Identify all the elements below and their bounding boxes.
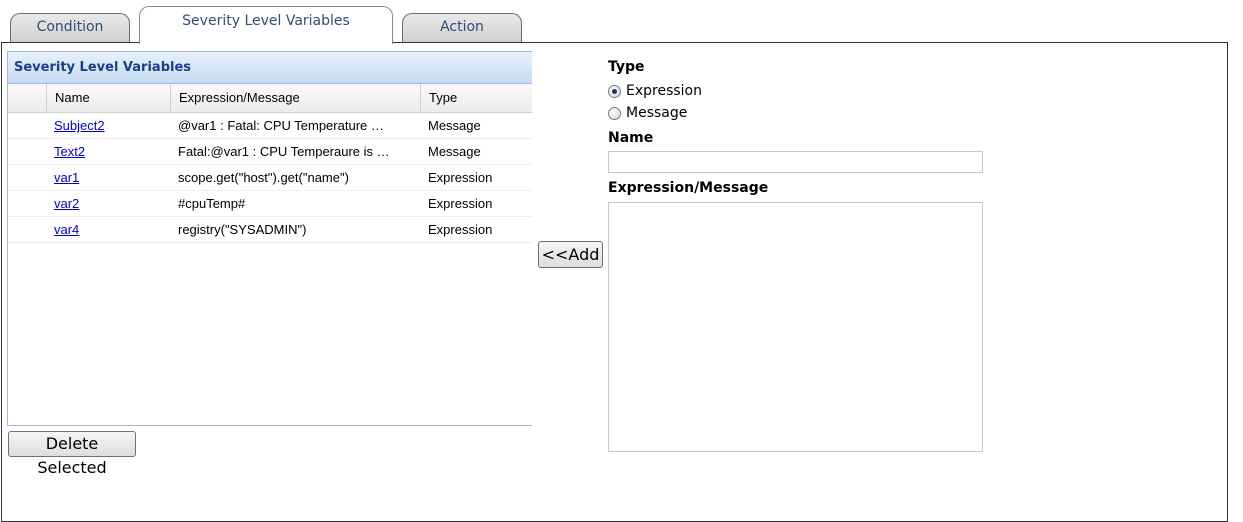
- type-cell: Expression: [428, 170, 493, 185]
- tab-condition[interactable]: Condition: [10, 13, 130, 43]
- tab-severity-level-variables[interactable]: Severity Level Variables: [139, 6, 393, 44]
- row-select-cell[interactable]: [8, 191, 46, 216]
- header-type[interactable]: Type: [420, 84, 532, 112]
- expression-cell: @var1 : Fatal: CPU Temperature …: [178, 118, 384, 133]
- type-cell: Message: [428, 118, 481, 133]
- table-row[interactable]: Subject2 @var1 : Fatal: CPU Temperature …: [8, 113, 532, 139]
- name-label: Name: [608, 130, 654, 146]
- row-select-cell[interactable]: [8, 165, 46, 190]
- table-row[interactable]: var1 scope.get("host").get("name") Expre…: [8, 165, 532, 191]
- type-cell: Message: [428, 144, 481, 159]
- variable-link[interactable]: var4: [54, 222, 79, 237]
- type-cell: Expression: [428, 222, 493, 237]
- name-input[interactable]: [608, 151, 983, 173]
- variable-link[interactable]: Subject2: [54, 118, 105, 133]
- radio-message[interactable]: Message: [608, 105, 687, 121]
- radio-button[interactable]: [608, 106, 621, 120]
- type-cell: Expression: [428, 196, 493, 211]
- row-select-cell[interactable]: [8, 217, 46, 242]
- variable-link[interactable]: Text2: [54, 144, 85, 159]
- expression-cell: #cpuTemp#: [178, 196, 246, 211]
- table-row[interactable]: var2 #cpuTemp# Expression: [8, 191, 532, 217]
- header-expression[interactable]: Expression/Message: [170, 84, 420, 112]
- radio-message-label: Message: [626, 105, 688, 121]
- expression-message-textarea[interactable]: [608, 202, 983, 452]
- add-button[interactable]: <<Add: [538, 241, 603, 268]
- grid-title: Severity Level Variables: [8, 52, 532, 84]
- table-row[interactable]: var4 registry("SYSADMIN") Expression: [8, 217, 532, 243]
- radio-expression-label: Expression: [626, 83, 702, 99]
- radio-button-selected[interactable]: [608, 84, 621, 98]
- tab-action[interactable]: Action: [402, 13, 522, 43]
- radio-expression[interactable]: Expression: [608, 83, 702, 99]
- expression-cell: Fatal:@var1 : CPU Temperaure is …: [178, 144, 390, 159]
- grid-header: Name Expression/Message Type: [8, 84, 532, 113]
- header-select-column[interactable]: [8, 84, 46, 112]
- type-label: Type: [608, 59, 645, 75]
- variables-grid: Severity Level Variables Name Expression…: [7, 51, 532, 426]
- header-name[interactable]: Name: [46, 84, 170, 112]
- row-select-cell[interactable]: [8, 113, 46, 138]
- row-select-cell[interactable]: [8, 139, 46, 164]
- delete-selected-button[interactable]: Delete Selected: [8, 431, 136, 477]
- expression-message-label: Expression/Message: [608, 180, 769, 196]
- expression-cell: registry("SYSADMIN"): [178, 222, 307, 237]
- expression-cell: scope.get("host").get("name"): [178, 170, 349, 185]
- variable-link[interactable]: var2: [54, 196, 79, 211]
- variable-link[interactable]: var1: [54, 170, 79, 185]
- table-row[interactable]: Text2 Fatal:@var1 : CPU Temperaure is … …: [8, 139, 532, 165]
